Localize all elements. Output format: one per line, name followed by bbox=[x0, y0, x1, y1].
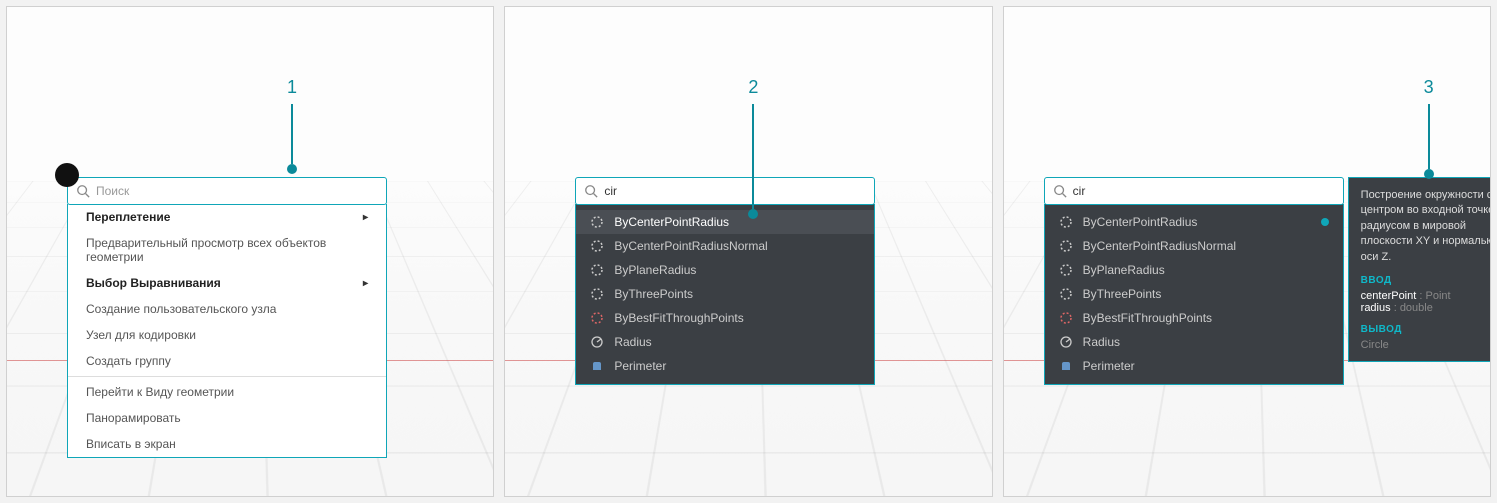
callout-number: 2 bbox=[748, 77, 758, 98]
menu-item-pan[interactable]: Панорамировать bbox=[68, 405, 386, 431]
search-icon bbox=[76, 184, 90, 198]
menu-label: Вписать в экран bbox=[86, 437, 176, 451]
menu-item-fit[interactable]: Вписать в экран bbox=[68, 431, 386, 457]
menu-label: Выбор Выравнивания bbox=[86, 276, 221, 290]
menu-item-alignment[interactable]: Выбор Выравнивания ▸ bbox=[68, 270, 386, 296]
menu-label: Создание пользовательского узла bbox=[86, 302, 276, 316]
circle-dashed-red-icon bbox=[590, 311, 604, 325]
menu-label: Предварительный просмотр всех объектов г… bbox=[86, 236, 368, 264]
perimeter-icon bbox=[1059, 359, 1073, 373]
callout-3: 3 bbox=[1424, 77, 1434, 179]
search-bar[interactable] bbox=[575, 177, 875, 205]
tooltip-output: Circle bbox=[1361, 339, 1491, 351]
menu-separator bbox=[68, 376, 386, 377]
callout-number: 3 bbox=[1424, 77, 1434, 98]
circle-dashed-red-icon bbox=[1059, 311, 1073, 325]
tooltip-description: Построение окружности с центром во входн… bbox=[1361, 188, 1491, 265]
result-item[interactable]: Perimeter bbox=[1045, 354, 1343, 378]
tooltip-input-row: centerPoint : Point bbox=[1361, 290, 1491, 302]
circle-dashed-icon bbox=[1059, 215, 1073, 229]
result-item[interactable]: ByCenterPointRadiusNormal bbox=[1045, 234, 1343, 258]
result-item[interactable]: Radius bbox=[576, 330, 874, 354]
result-item[interactable]: ByBestFitThroughPoints bbox=[1045, 306, 1343, 330]
result-label: ByCenterPointRadiusNormal bbox=[1083, 239, 1236, 253]
result-label: ByCenterPointRadius bbox=[614, 215, 729, 229]
circle-dashed-icon bbox=[1059, 287, 1073, 301]
tooltip-input-header: ВВОД bbox=[1361, 275, 1491, 286]
circle-dashed-icon bbox=[1059, 263, 1073, 277]
result-item[interactable]: ByBestFitThroughPoints bbox=[576, 306, 874, 330]
result-label: ByThreePoints bbox=[1083, 287, 1162, 301]
tooltip-input-row: radius : double bbox=[1361, 302, 1491, 314]
tooltip-output-header: ВЫВОД bbox=[1361, 324, 1491, 335]
search-icon bbox=[1053, 184, 1067, 198]
menu-item-lacing[interactable]: Переплетение ▸ bbox=[68, 204, 386, 230]
result-item[interactable]: ByThreePoints bbox=[576, 282, 874, 306]
menu-label: Узел для кодировки bbox=[86, 328, 196, 342]
result-label: ByCenterPointRadius bbox=[1083, 215, 1198, 229]
panel-2: 2 ByCenterPointRadius ByCenter bbox=[504, 6, 992, 497]
search-results: ByCenterPointRadius ByCenterPointRadiusN… bbox=[575, 204, 875, 385]
panel-3: 3 ByCenterPointRadius bbox=[1003, 6, 1491, 497]
result-item[interactable]: ByCenterPointRadius bbox=[1045, 210, 1343, 234]
callout-1: 1 bbox=[287, 77, 297, 174]
circle-dashed-icon bbox=[590, 263, 604, 277]
callout-number: 1 bbox=[287, 77, 297, 98]
search-results: ByCenterPointRadius ByCenterPointRadiusN… bbox=[1044, 204, 1344, 385]
radius-icon bbox=[590, 335, 604, 349]
result-label: ByThreePoints bbox=[614, 287, 693, 301]
tooltip-pin-dot bbox=[1321, 218, 1329, 226]
search-icon bbox=[584, 184, 598, 198]
param-name: centerPoint bbox=[1361, 290, 1417, 302]
panel-1: 1 Переплетение ▸ Предварительный просмот… bbox=[6, 6, 494, 497]
result-item[interactable]: Perimeter bbox=[576, 354, 874, 378]
menu-item-create-group[interactable]: Создать группу bbox=[68, 348, 386, 374]
search-input[interactable] bbox=[1073, 184, 1335, 198]
result-label: ByPlaneRadius bbox=[1083, 263, 1165, 277]
search-input[interactable] bbox=[96, 184, 378, 198]
menu-item-code-node[interactable]: Узел для кодировки bbox=[68, 322, 386, 348]
menu-item-geometry-view[interactable]: Перейти к Виду геометрии bbox=[68, 379, 386, 405]
result-label: Radius bbox=[614, 335, 651, 349]
circle-dashed-icon bbox=[1059, 239, 1073, 253]
search-bar[interactable] bbox=[1044, 177, 1344, 205]
result-label: ByPlaneRadius bbox=[614, 263, 696, 277]
menu-label: Панорамировать bbox=[86, 411, 181, 425]
result-item[interactable]: ByCenterPointRadius bbox=[576, 210, 874, 234]
context-menu: Переплетение ▸ Предварительный просмотр … bbox=[67, 204, 387, 458]
result-label: ByBestFitThroughPoints bbox=[614, 311, 743, 325]
result-label: Radius bbox=[1083, 335, 1120, 349]
circle-dashed-icon bbox=[590, 287, 604, 301]
result-item[interactable]: Radius bbox=[1045, 330, 1343, 354]
circle-dashed-icon bbox=[590, 239, 604, 253]
menu-label: Создать группу bbox=[86, 354, 171, 368]
circle-dashed-icon bbox=[590, 215, 604, 229]
search-input[interactable] bbox=[604, 184, 866, 198]
result-label: Perimeter bbox=[614, 359, 666, 373]
result-label: Perimeter bbox=[1083, 359, 1135, 373]
result-item[interactable]: ByThreePoints bbox=[1045, 282, 1343, 306]
cursor-dot bbox=[55, 163, 79, 187]
search-bar[interactable] bbox=[67, 177, 387, 205]
result-label: ByCenterPointRadiusNormal bbox=[614, 239, 767, 253]
result-item[interactable]: ByPlaneRadius bbox=[1045, 258, 1343, 282]
menu-item-custom-node[interactable]: Создание пользовательского узла bbox=[68, 296, 386, 322]
menu-item-preview[interactable]: Предварительный просмотр всех объектов г… bbox=[68, 230, 386, 270]
menu-label: Перейти к Виду геометрии bbox=[86, 385, 234, 399]
result-label: ByBestFitThroughPoints bbox=[1083, 311, 1212, 325]
param-name: radius bbox=[1361, 302, 1391, 314]
callout-2: 2 bbox=[748, 77, 758, 219]
result-item[interactable]: ByCenterPointRadiusNormal bbox=[576, 234, 874, 258]
node-tooltip: Построение окружности с центром во входн… bbox=[1348, 177, 1491, 362]
result-item[interactable]: ByPlaneRadius bbox=[576, 258, 874, 282]
chevron-right-icon: ▸ bbox=[363, 278, 368, 289]
radius-icon bbox=[1059, 335, 1073, 349]
chevron-right-icon: ▸ bbox=[363, 212, 368, 223]
menu-label: Переплетение bbox=[86, 210, 170, 224]
perimeter-icon bbox=[590, 359, 604, 373]
